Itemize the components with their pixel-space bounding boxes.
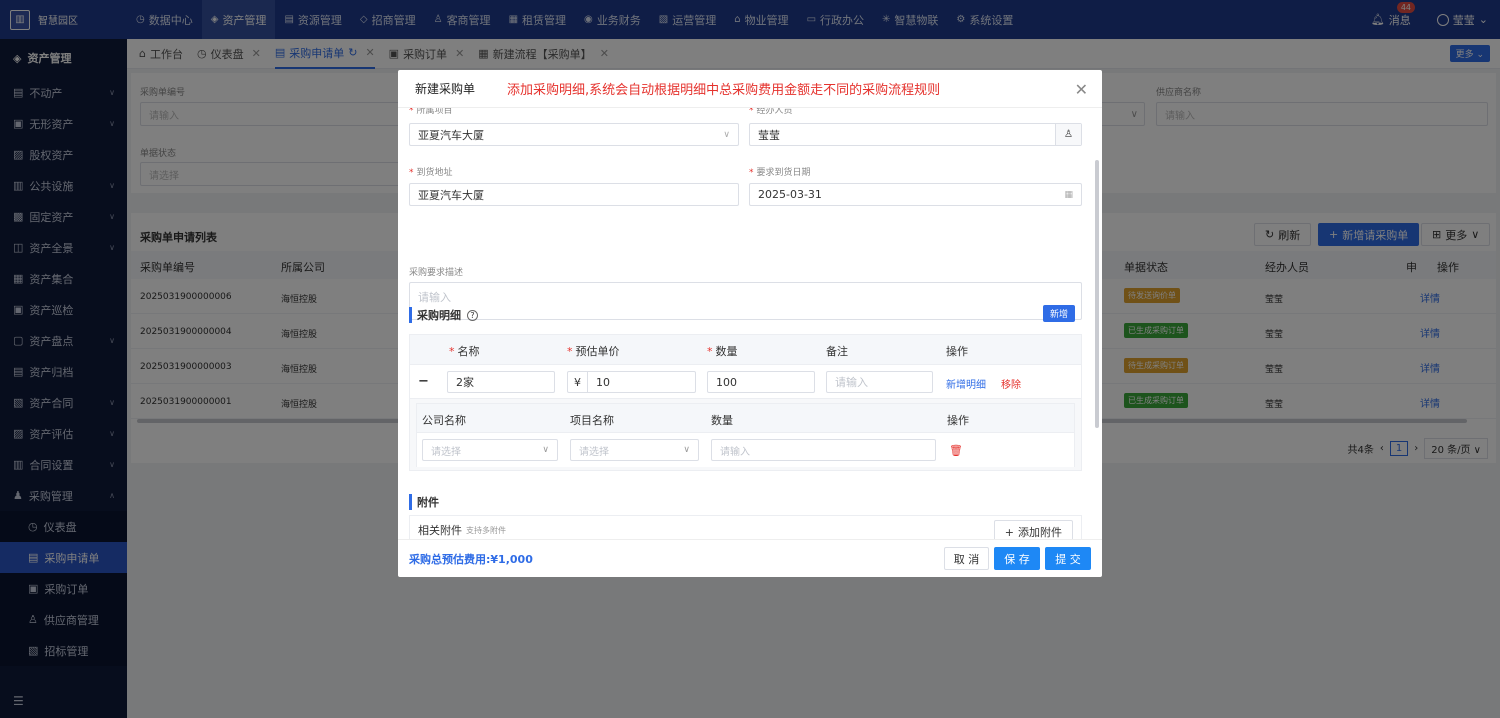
total-estimate: 采购总预估费用:¥1,000: [409, 552, 533, 566]
project-name-select[interactable]: 请选择 ∨: [570, 439, 699, 461]
col-sub-op: 操作: [947, 414, 969, 427]
detail-table-header: * 名称 * 预估单价 * 数量 备注 操作: [410, 335, 1081, 364]
attach-section-title: 附件: [409, 494, 439, 510]
col-op: 操作: [946, 345, 968, 358]
detail-qty-input[interactable]: 100: [707, 371, 815, 393]
chevron-down-icon: ∨: [723, 129, 730, 140]
sub-table-wrapper: 公司名称 项目名称 数量 操作 请选择 ∨ 请选择 ∨ 请输入 🗑︎: [410, 398, 1081, 470]
sub-table: 公司名称 项目名称 数量 操作 请选择 ∨ 请选择 ∨ 请输入 🗑︎: [416, 403, 1075, 467]
col-name: * 名称: [449, 345, 480, 358]
detail-price-input[interactable]: ¥ 10: [567, 371, 696, 393]
attach-row: 相关附件 支持多附件 + 添加附件: [409, 515, 1082, 539]
sub-table-header: 公司名称 项目名称 数量 操作: [417, 404, 1074, 432]
col-price: * 预估单价: [567, 345, 620, 358]
detail-section-title: 采购明细?: [409, 307, 478, 323]
modal-footer: 采购总预估费用:¥1,000 取 消 保 存 提 交: [398, 539, 1102, 577]
modal-note: 添加采购明细,系统会自动根据明细中总采购费用金额走不同的采购流程规则: [507, 83, 941, 98]
desc-label: 采购要求描述: [409, 268, 464, 278]
remove-link[interactable]: 移除: [1001, 376, 1021, 391]
col-qty: * 数量: [707, 345, 738, 358]
close-icon[interactable]: ✕: [1075, 80, 1088, 99]
submit-button[interactable]: 提 交: [1045, 547, 1091, 570]
collapse-icon[interactable]: −: [418, 374, 429, 389]
user-select-icon[interactable]: ♙: [1055, 124, 1081, 145]
project-select[interactable]: 亚夏汽车大厦 ∨: [409, 123, 739, 146]
chevron-down-icon: ∨: [683, 445, 690, 455]
date-picker[interactable]: 2025-03-31 ▦: [749, 183, 1082, 206]
detail-name-input[interactable]: 2家: [447, 371, 555, 393]
modal-header: 新建采购单 添加采购明细,系统会自动根据明细中总采购费用金额走不同的采购流程规则…: [398, 70, 1102, 108]
calendar-icon: ▦: [1064, 189, 1073, 200]
plus-icon: +: [1004, 525, 1014, 539]
currency-symbol: ¥: [568, 372, 588, 392]
address-input[interactable]: 亚夏汽车大厦: [409, 183, 739, 206]
sub-row: 请选择 ∨ 请选择 ∨ 请输入 🗑︎: [417, 432, 1074, 467]
col-sub-qty: 数量: [711, 414, 733, 427]
company-select[interactable]: 请选择 ∨: [422, 439, 558, 461]
col-company-name: 公司名称: [422, 414, 466, 427]
col-remark: 备注: [826, 345, 848, 358]
add-attachment-button[interactable]: + 添加附件: [993, 520, 1073, 539]
trash-icon[interactable]: 🗑︎: [949, 444, 963, 457]
add-detail-button[interactable]: 新增: [1042, 305, 1075, 322]
help-icon[interactable]: ?: [467, 309, 478, 321]
attach-tip: 支持多附件: [466, 525, 506, 535]
desc-textarea[interactable]: 请输入: [409, 282, 1082, 320]
add-detail-link[interactable]: 新增明细: [946, 376, 986, 391]
attach-label: 相关附件: [418, 524, 462, 537]
sub-qty-input[interactable]: 请输入: [711, 439, 936, 461]
date-label: * 要求到货日期: [749, 168, 811, 178]
detail-table: * 名称 * 预估单价 * 数量 备注 操作 − 2家 ¥ 10 100 请输入 新增…: [409, 334, 1082, 471]
modal-scrollbar[interactable]: [1095, 160, 1099, 428]
chevron-down-icon: ∨: [542, 445, 549, 455]
new-purchase-modal: 新建采购单 添加采购明细,系统会自动根据明细中总采购费用金额走不同的采购流程规则…: [398, 70, 1102, 577]
handler-input[interactable]: 莹莹 ♙: [749, 123, 1082, 146]
detail-remark-input[interactable]: 请输入: [826, 371, 933, 393]
col-project-name: 项目名称: [570, 414, 614, 427]
modal-title: 新建采购单: [415, 82, 476, 96]
cancel-button[interactable]: 取 消: [944, 547, 989, 570]
detail-row: − 2家 ¥ 10 100 请输入 新增明细 移除: [410, 364, 1081, 398]
modal-body: * 所属项目 亚夏汽车大厦 ∨ * 经办人员 莹莹 ♙ * 到货地址 亚夏汽车大厦 * 要求…: [398, 108, 1102, 539]
handler-label: * 经办人员: [749, 108, 793, 116]
project-label: * 所属项目: [409, 108, 453, 116]
save-button[interactable]: 保 存: [994, 547, 1040, 570]
address-label: * 到货地址: [409, 168, 453, 178]
